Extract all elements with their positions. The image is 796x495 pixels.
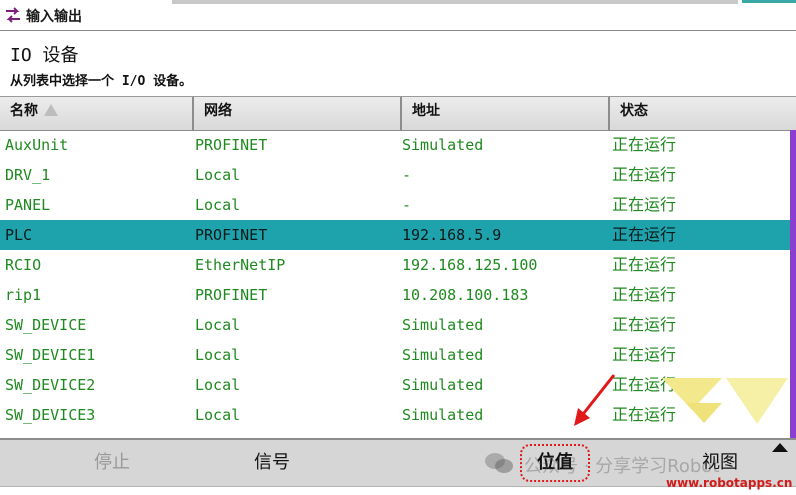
tab-strip (172, 0, 738, 4)
table-row[interactable]: rip1 PROFINET 10.208.100.183 正在运行 (0, 280, 790, 310)
cell-address: Simulated (402, 346, 484, 364)
cell-name: SW_DEVICE2 (5, 376, 96, 394)
cell-address: Simulated (402, 136, 484, 154)
signal-button[interactable]: 信号 (222, 440, 322, 486)
cell-address: 192.168.5.9 (402, 226, 502, 244)
cell-address: 10.208.100.183 (402, 286, 529, 304)
table-row[interactable]: RCIO EtherNetIP 192.168.125.100 正在运行 (0, 250, 790, 280)
cell-network: PROFINET (195, 286, 268, 304)
caret-up-icon[interactable] (772, 443, 788, 452)
cell-network: Local (195, 346, 241, 364)
cell-network: Local (195, 166, 241, 184)
cell-state: 正在运行 (612, 135, 677, 154)
cell-state: 正在运行 (612, 315, 677, 334)
cell-network: Local (195, 406, 241, 424)
cell-network: EtherNetIP (195, 256, 286, 274)
cell-name: SW_DEVICE (5, 316, 87, 334)
tab-indicator (742, 0, 796, 3)
column-header-label: 地址 (412, 103, 440, 119)
cell-address: 192.168.125.100 (402, 256, 538, 274)
cell-state: 正在运行 (612, 165, 677, 184)
column-header-address[interactable]: 地址 (400, 97, 608, 130)
io-arrows-icon (6, 7, 20, 23)
cell-name: SW_DEVICE3 (5, 406, 96, 424)
table-row[interactable]: DRV_1 Local - 正在运行 (0, 160, 790, 190)
cell-address: Simulated (402, 406, 484, 424)
column-header-network[interactable]: 网络 (192, 97, 400, 130)
page-title: IO 设备 (10, 45, 79, 66)
table-row-selected[interactable]: PLC PROFINET 192.168.5.9 正在运行 (0, 220, 790, 250)
wechat-icon (485, 453, 513, 473)
cell-network: PROFINET (195, 136, 268, 154)
table-header: 名称 网络 地址 状态 (0, 96, 796, 131)
cell-network: Local (195, 376, 241, 394)
cell-state: 正在运行 (612, 285, 677, 304)
page-subtitle: 从列表中选择一个 I/O 设备。 (10, 74, 193, 89)
stop-button[interactable]: 停止 (62, 440, 162, 486)
cell-state: 正在运行 (612, 195, 677, 214)
sort-ascending-icon (44, 104, 58, 116)
table-row[interactable]: SW_DEVICE Local Simulated 正在运行 (0, 310, 790, 340)
cell-state: 正在运行 (612, 255, 677, 274)
column-header-label: 状态 (620, 103, 648, 119)
cell-name: PANEL (5, 196, 51, 214)
annotation-arrow-icon (574, 374, 616, 426)
divider (0, 30, 796, 31)
watermark-triangle-icon (726, 378, 788, 424)
cell-state: 正在运行 (612, 225, 677, 244)
watermark-url: www.robotapps.cn (666, 476, 793, 490)
cell-name: rip1 (5, 286, 42, 304)
column-header-label: 名称 (10, 103, 38, 119)
cell-address: - (402, 166, 412, 184)
title-bar: 输入输出 (0, 0, 796, 30)
window-title: 输入输出 (26, 9, 82, 25)
column-header-state[interactable]: 状态 (608, 97, 796, 130)
table-row[interactable]: AuxUnit PROFINET Simulated 正在运行 (0, 130, 790, 160)
cell-network: Local (195, 196, 241, 214)
table-row[interactable]: SW_DEVICE1 Local Simulated 正在运行 (0, 340, 790, 370)
cell-address: Simulated (402, 376, 484, 394)
cell-name: RCIO (5, 256, 42, 274)
cell-name: DRV_1 (5, 166, 51, 184)
column-header-label: 网络 (204, 103, 232, 119)
vertical-scrollbar[interactable] (790, 130, 796, 438)
column-header-name[interactable]: 名称 (0, 97, 192, 130)
cell-name: PLC (5, 226, 33, 244)
cell-address: Simulated (402, 316, 484, 334)
cell-name: SW_DEVICE1 (5, 346, 96, 364)
cell-state: 正在运行 (612, 345, 677, 364)
cell-network: PROFINET (195, 226, 268, 244)
table-row[interactable]: PANEL Local - 正在运行 (0, 190, 790, 220)
watermark-text: 公众号 · 分享学习Robot (524, 456, 720, 477)
cell-address: - (402, 196, 412, 214)
watermark-triangle-icon (686, 403, 722, 423)
cell-network: Local (195, 316, 241, 334)
cell-name: AuxUnit (5, 136, 69, 154)
